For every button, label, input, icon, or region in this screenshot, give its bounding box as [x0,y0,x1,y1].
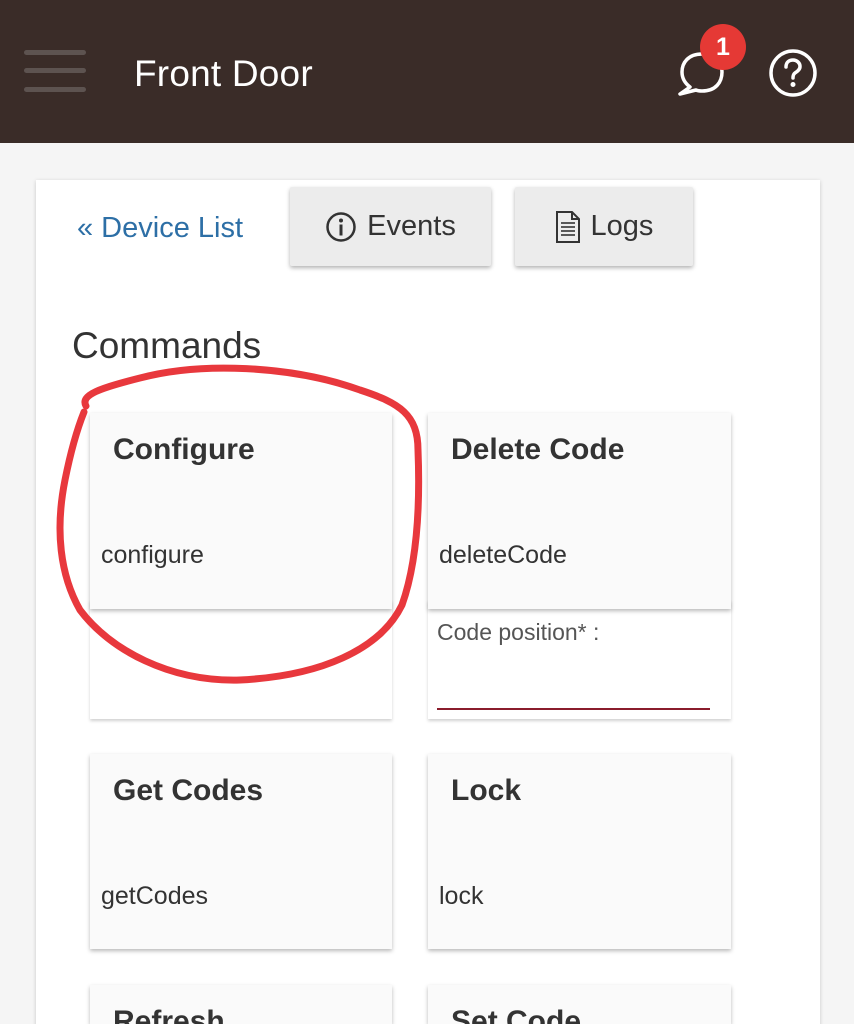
command-title: Lock [451,774,522,807]
command-name: lock [439,882,484,910]
command-title: Get Codes [113,774,264,807]
logs-button[interactable]: Logs [515,187,693,266]
command-title: Refresh [113,1005,225,1024]
set-code-command-button[interactable]: Set Code [428,985,731,1024]
notification-badge[interactable]: 1 [700,24,746,70]
app-bar: Front Door 1 [0,0,854,143]
get-codes-command-button[interactable]: Get Codes getCodes [90,754,392,949]
command-name: getCodes [101,882,209,910]
device-list-link[interactable]: « Device List [77,212,243,245]
refresh-command-button[interactable]: Refresh [90,985,392,1024]
events-button[interactable]: Events [290,187,491,266]
info-icon [326,211,356,242]
configure-command-button[interactable]: Configure configure [90,413,392,609]
code-position-label: Code position* : [437,619,600,645]
configure-params-area [90,600,392,719]
command-title: Set Code [451,1005,582,1024]
command-title: Delete Code [451,433,625,466]
events-label: Events [367,210,456,242]
command-title: Configure [113,433,255,466]
code-position-input[interactable] [437,650,710,710]
page-title: Front Door [134,53,313,94]
command-name: configure [101,541,204,569]
document-icon [555,210,580,243]
command-name: deleteCode [439,541,567,569]
lock-command-button[interactable]: Lock lock [428,754,731,949]
delete-code-command-button[interactable]: Delete Code deleteCode [428,413,731,609]
help-circle-icon[interactable] [768,48,818,98]
commands-heading: Commands [72,325,262,366]
logs-label: Logs [590,210,654,242]
menu-icon[interactable] [24,50,86,94]
